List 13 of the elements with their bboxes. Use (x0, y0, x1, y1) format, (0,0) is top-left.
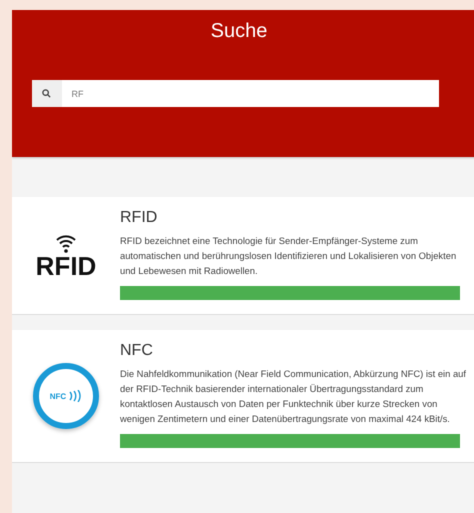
result-card[interactable]: RFID RFID RFID bezeichnet eine Technologie für Sender-Empfänger-Systeme zum automatischen und berührungslosen Identifizieren und Lokalisieren von Objekten und Lebewesen mit Radiowellen. (12, 197, 474, 315)
result-title: NFC (120, 342, 154, 360)
wireless-icon (54, 232, 77, 252)
page-title: Suche (210, 20, 268, 43)
search-icon (42, 89, 51, 98)
search-button[interactable] (32, 80, 62, 107)
result-title: RFID (120, 209, 158, 227)
result-description: Die Nahfeldkommunikation (Near Field Communication, Abkürzung NFC) ist ein auf der RFID-Technik basierender internationaler Übertragungsstandard zum kontaktlosen Austausch von Daten per Funktechnik über kurze Strecken von wenigen Zentimetern und einer Datenübertragungsrate von maximal 424 kBit/s. (120, 367, 467, 426)
result-description: RFID bezeichnet eine Technologie für Sender-Empfänger-Systeme zum automatischen und berührungslosen Identifizieren und Lokalisieren von Objekten und Lebewesen mit Radiowellen. (120, 234, 458, 278)
nfc-logo: NFC (33, 363, 99, 429)
search-field[interactable]: RF (62, 80, 438, 107)
result-card[interactable] (12, 330, 474, 463)
logo-text: RFID (36, 252, 96, 278)
